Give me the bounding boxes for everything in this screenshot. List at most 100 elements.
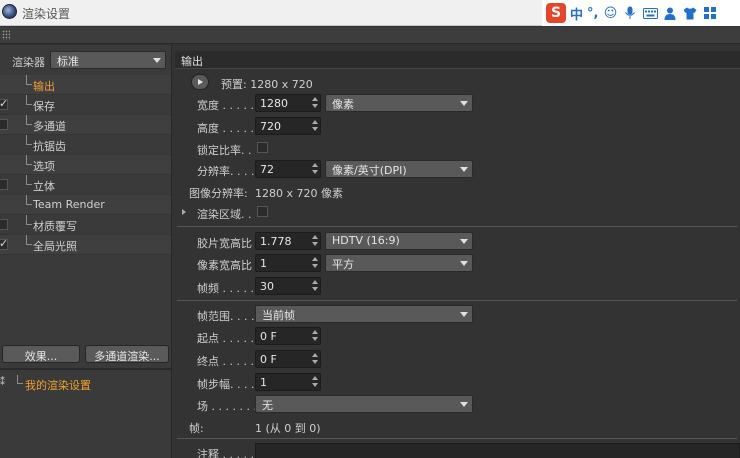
panel-grip-bar [0,27,740,44]
smiley-icon[interactable]: ☺ [602,5,618,21]
frame-range-label: 帧范围. . . . [197,310,255,323]
user-icon[interactable] [662,5,678,21]
end-input[interactable]: 0 F [255,350,321,368]
frame-step-input[interactable]: 1 [255,373,321,391]
frame-step-label: 帧步幅. . . . [197,378,255,391]
ime-punctuation-toggle[interactable]: °, [587,6,598,21]
sogou-logo-icon[interactable]: S [546,3,566,23]
stepper-arrows-icon[interactable] [312,163,318,175]
notes-field[interactable] [255,443,740,458]
settings-tree: 输出保存多通道抗锯齿选项立体 Team Render 材质覆写全局光照 [0,75,171,255]
field-value: 无 [262,399,273,412]
unit-value: 像素 [332,98,354,111]
section-divider [177,438,737,439]
tree-item-checkbox[interactable] [0,119,8,130]
tree-item-checkbox[interactable] [0,179,8,190]
pixel-aspect-row: 像素宽高比 1 平方 [175,253,740,275]
tree-item[interactable]: 保存 [0,95,171,115]
width-value: 1280 [260,97,288,110]
lock-ratio-row: 锁定比率. . [175,138,740,160]
stepper-arrows-icon[interactable] [312,120,318,132]
preset-menu-button[interactable] [191,74,209,90]
frames-row: 帧: 1 (从 0 到 0) [175,416,740,438]
window-title: 渲染设置 [22,7,71,21]
tree-connector [26,115,32,125]
renderer-row: 渲染器 标准 [0,49,172,71]
film-aspect-select[interactable]: HDTV (16:9) [325,232,473,250]
tree-item[interactable]: 选项 [0,155,171,175]
resolution-input[interactable]: 72 [255,160,321,178]
tree-item-label: 全局光照 [33,240,77,253]
tree-connector [26,75,32,85]
tree-item[interactable]: Team Render [0,195,171,215]
film-aspect-input[interactable]: 1.778 [255,232,321,250]
pixel-aspect-input[interactable]: 1 [255,254,321,272]
tree-item-label: Team Render [33,198,105,211]
notes-label: 注释 . . . . . [197,448,254,458]
tree-item-checkbox[interactable] [0,237,8,250]
stepper-arrows-icon[interactable] [312,330,318,342]
start-value: 0 F [260,330,277,343]
sidebar-divider [0,368,171,370]
frame-range-value: 当前帧 [262,309,295,322]
ime-language-toggle[interactable]: 中 [570,4,583,23]
effects-button[interactable]: 效果... [2,345,80,363]
stepper-arrows-icon[interactable] [312,235,318,247]
grid-icon[interactable] [702,5,718,21]
tree-item[interactable]: 全局光照 [0,235,171,255]
tree-connector [26,235,32,245]
stepper-arrows-icon[interactable] [312,97,318,109]
tree-item[interactable]: 多通道 [0,115,171,135]
start-input[interactable]: 0 F [255,327,321,345]
resolution-value: 72 [260,163,274,176]
height-label: 高度 . . . . . [197,122,254,135]
renderer-select[interactable]: 标准 [50,51,166,69]
tree-item-label: 输出 [33,80,55,93]
tree-item-checkbox[interactable] [0,97,8,110]
height-input[interactable]: 720 [255,117,321,135]
section-header-output: 输出 [175,51,740,69]
multipass-render-button[interactable]: 多通道渲染... [85,345,169,363]
width-input[interactable]: 1280 [255,94,321,112]
microphone-icon[interactable] [622,5,638,21]
image-resolution-row: 图像分辨率: 1280 x 720 像素 [175,181,740,203]
frame-step-row: 帧步幅. . . . 1 [175,372,740,394]
field-select[interactable]: 无 [255,395,473,413]
chevron-down-icon [460,167,468,172]
tshirt-icon[interactable] [682,5,698,21]
tree-connector [26,155,32,165]
preset-label: 预置: 1280 x 720 [221,78,313,91]
stepper-arrows-icon[interactable] [312,353,318,365]
section-divider [177,300,737,301]
film-aspect-value: 1.778 [260,235,292,248]
tree-item-label: 抗锯齿 [33,140,66,153]
stepper-arrows-icon[interactable] [312,257,318,269]
pixel-aspect-select[interactable]: 平方 [325,254,473,272]
unit-select[interactable]: 像素 [325,94,473,112]
frame-rate-label: 帧频 . . . . . [197,282,254,295]
tree-item[interactable]: 抗锯齿 [0,135,171,155]
tree-item-label: 材质覆写 [33,220,77,233]
frame-range-select[interactable]: 当前帧 [255,305,473,323]
tree-item[interactable]: 立体 [0,175,171,195]
expand-arrow-icon[interactable] [182,209,186,215]
render-region-row: 渲染区域. . [175,202,740,224]
render-region-checkbox[interactable] [257,206,268,217]
frame-rate-input[interactable]: 30 [255,277,321,295]
resolution-unit-select[interactable]: 像素/英寸(DPI) [325,160,473,178]
tree-item[interactable]: 输出 [0,75,171,95]
expand-toggle-icon[interactable]: ⁑ [0,377,5,388]
tree-connector [26,175,32,185]
settings-sidebar: 渲染器 标准 输出保存多通道抗锯齿选项立体 Team Render 材质覆写全局光照… [0,45,172,458]
ime-toolbar: S 中 °, ☺ [542,0,740,26]
tree-item[interactable]: 材质覆写 [0,215,171,235]
keyboard-icon[interactable] [642,5,658,21]
tree-item-checkbox[interactable] [0,219,8,230]
render-preset-item[interactable]: ⁑ 我的渲染设置 [0,375,171,393]
grip-handle-icon[interactable] [2,30,10,40]
stepper-arrows-icon[interactable] [312,376,318,388]
stepper-arrows-icon[interactable] [312,280,318,292]
lock-ratio-checkbox[interactable] [257,142,268,153]
chevron-down-icon [460,402,468,407]
tree-connector [17,375,23,384]
